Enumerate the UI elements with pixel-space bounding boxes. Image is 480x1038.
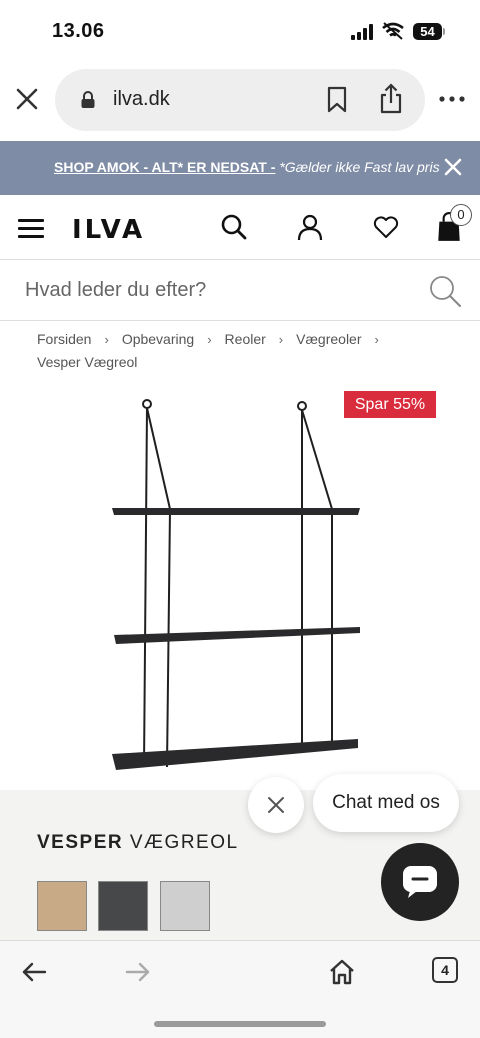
tabs-count-button[interactable]: 4: [432, 957, 458, 983]
url-field[interactable]: ilva.dk: [55, 69, 425, 131]
search-icon[interactable]: [220, 213, 248, 241]
promo-banner: SHOP AMOK - ALT* ER NEDSAT - *Gælder ikk…: [0, 141, 480, 195]
home-icon[interactable]: [327, 957, 357, 987]
product-title: VESPER VÆGREOL: [37, 832, 239, 854]
site-header: ILVA: [0, 196, 480, 259]
status-bar: 13.06 54: [0, 0, 480, 62]
lock-icon: [81, 91, 95, 108]
chat-button[interactable]: [381, 843, 459, 921]
chat-close-button[interactable]: [248, 777, 304, 833]
battery-level: 54: [413, 23, 442, 40]
battery-icon: 54: [413, 23, 445, 40]
hamburger-menu-icon[interactable]: [18, 219, 44, 239]
share-icon[interactable]: [377, 83, 405, 115]
cart-count-badge: 0: [450, 204, 472, 226]
promo-text: SHOP AMOK - ALT* ER NEDSAT - *Gælder ikk…: [54, 159, 440, 175]
wifi-icon: [382, 22, 404, 40]
status-time: 13.06: [52, 20, 105, 42]
search-input[interactable]: [0, 260, 400, 320]
search-icon[interactable]: [428, 274, 462, 308]
close-icon[interactable]: [443, 157, 463, 177]
close-icon: [268, 797, 284, 813]
breadcrumb-item[interactable]: Opbevaring: [122, 331, 194, 347]
cellular-signal-icon: [351, 24, 375, 40]
chat-bubble-icon: [403, 866, 437, 898]
chevron-right-icon: ›: [207, 332, 212, 347]
user-account-icon[interactable]: [296, 213, 324, 241]
heart-icon[interactable]: [372, 213, 400, 241]
url-text: ilva.dk: [113, 88, 170, 110]
close-icon[interactable]: [14, 86, 40, 112]
chat-label[interactable]: Chat med os: [313, 774, 459, 832]
more-options-icon[interactable]: [438, 89, 466, 109]
product-image[interactable]: [0, 382, 480, 790]
search-bar: [0, 259, 480, 321]
discount-badge: Spar 55%: [344, 391, 436, 418]
logo[interactable]: ILVA: [72, 215, 145, 245]
back-arrow-icon[interactable]: [20, 957, 50, 987]
bookmark-icon[interactable]: [325, 86, 349, 114]
color-swatch-dark-grey[interactable]: [98, 881, 148, 931]
product-title-strong: VESPER: [37, 832, 124, 853]
promo-note: *Gælder ikke Fast lav pris: [279, 159, 440, 175]
promo-link[interactable]: SHOP AMOK - ALT* ER NEDSAT -: [54, 159, 275, 175]
chevron-right-icon: ›: [104, 332, 109, 347]
breadcrumb-item[interactable]: Forsiden: [37, 331, 91, 347]
breadcrumb: Forsiden › Opbevaring › Reoler › Vægreoler › Ve…: [37, 328, 457, 373]
forward-arrow-icon[interactable]: [122, 957, 152, 987]
color-swatch-light-grey[interactable]: [160, 881, 210, 931]
color-swatch-light-wood[interactable]: [37, 881, 87, 931]
chevron-right-icon: ›: [278, 332, 284, 347]
breadcrumb-current: Vesper Vægreol: [37, 354, 138, 370]
chevron-right-icon: ›: [374, 332, 379, 347]
breadcrumb-item[interactable]: Reoler: [225, 331, 266, 347]
browser-address-bar: ilva.dk: [0, 62, 480, 140]
breadcrumb-item[interactable]: Vægreoler: [296, 331, 361, 347]
home-indicator: [154, 1021, 326, 1027]
product-title-rest: VÆGREOL: [129, 832, 239, 853]
